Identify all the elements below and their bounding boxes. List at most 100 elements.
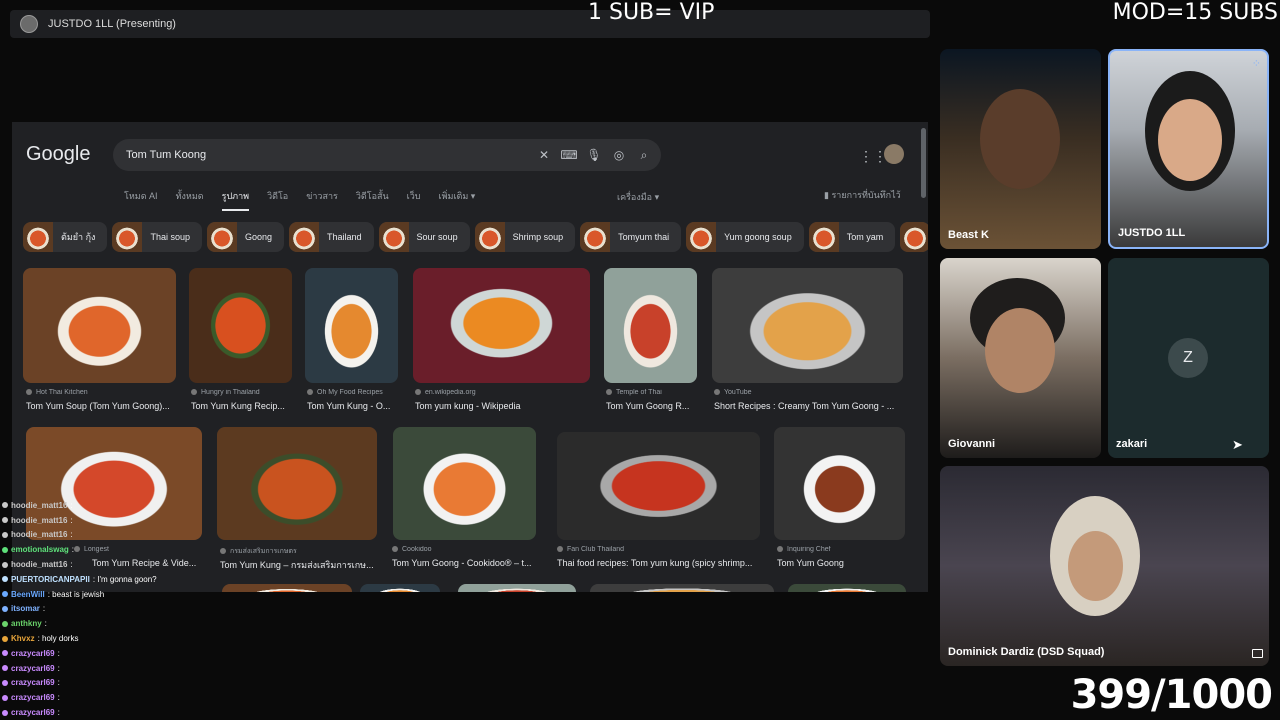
image-source[interactable]: YouTube <box>714 389 904 396</box>
chip-label: Goong <box>244 232 273 242</box>
image-result[interactable] <box>189 268 292 383</box>
tab-videos[interactable]: วิดีโอ <box>267 189 288 211</box>
keyboard-icon[interactable]: ⌨ <box>560 147 577 163</box>
participant-tile-dominick[interactable]: Dominick Dardiz (DSD Squad) <box>940 466 1269 666</box>
participant-face <box>1158 99 1222 181</box>
tab-all[interactable]: ทั้งหมด <box>176 189 204 211</box>
presenting-bar: JUSTDO 1LL (Presenting) <box>10 10 930 38</box>
chip-label: Yum goong soup <box>724 232 792 242</box>
image-result[interactable] <box>788 584 906 592</box>
tab-more[interactable]: เพิ่มเติม ▾ <box>439 189 476 211</box>
chat-username: emotionalswag <box>11 545 69 555</box>
google-logo[interactable]: Google <box>26 143 91 166</box>
image-caption[interactable]: Tom Yum Kung – กรมส่งเสริมการเกษ... <box>220 558 377 572</box>
chip[interactable]: Sour soup <box>378 222 470 252</box>
image-source[interactable]: Fan Club Thailand <box>557 546 760 553</box>
participant-tile-beast-k[interactable]: Beast K <box>940 49 1101 249</box>
chat-message: PUERTORICANPAPII: I'm gonna goon? <box>2 572 202 587</box>
tab-ai-mode[interactable]: โหมด AI <box>124 189 158 211</box>
speaking-indicator-icon: ⁘ <box>1251 58 1261 70</box>
image-result[interactable] <box>305 268 398 383</box>
image-source[interactable]: Temple of Thai <box>606 389 699 396</box>
image-result[interactable] <box>393 427 536 540</box>
image-result[interactable] <box>557 432 760 540</box>
chat-username: hoodie_matt16 <box>11 530 68 540</box>
image-result[interactable] <box>222 584 352 592</box>
chip-more[interactable] <box>900 222 928 252</box>
chip[interactable]: Tomyum thai <box>580 222 682 252</box>
picture-in-picture-icon[interactable] <box>1252 649 1263 658</box>
search-icon[interactable]: ⌕ <box>636 147 652 163</box>
chip-thumbnail <box>289 222 320 252</box>
image-caption[interactable]: Thai food recipes: Tom yum kung (spicy s… <box>557 558 760 568</box>
chip-label: Sour soup <box>416 232 458 242</box>
image-source[interactable]: Hungry in Thailand <box>191 389 294 396</box>
chat-text: : <box>44 619 47 629</box>
chip[interactable]: Yum goong soup <box>686 222 804 252</box>
scrollbar[interactable] <box>921 128 926 198</box>
chat-badge-icon <box>2 694 8 701</box>
image-caption[interactable]: Tom Yum Goong R... <box>606 401 699 411</box>
image-result[interactable] <box>458 584 576 592</box>
chip[interactable]: Shrimp soup <box>474 222 576 252</box>
image-caption[interactable]: Tom yum kung - Wikipedia <box>415 401 590 411</box>
chip-thumbnail <box>686 222 717 252</box>
image-source[interactable]: Inquiring Chef <box>777 546 905 553</box>
chat-text: : <box>57 678 60 688</box>
chip-label: Tomyum thai <box>618 232 670 242</box>
image-result[interactable] <box>360 584 440 592</box>
image-result[interactable] <box>590 584 774 592</box>
image-result[interactable] <box>413 268 590 383</box>
chat-badge-icon <box>2 620 8 627</box>
chat-text: : <box>42 604 46 614</box>
participant-tile-giovanni[interactable]: Giovanni <box>940 258 1101 458</box>
image-result[interactable] <box>604 268 697 383</box>
image-caption[interactable]: Tom Yum Kung Recip... <box>191 401 294 411</box>
image-source[interactable]: Oh My Food Recipes <box>307 389 400 396</box>
sub-goal-counter: 399/1000 <box>1070 672 1273 718</box>
chat-text: : <box>70 515 73 525</box>
chip[interactable]: Thai soup <box>112 222 202 252</box>
image-result[interactable] <box>774 427 905 540</box>
chip[interactable]: Tom yam <box>808 222 896 252</box>
image-caption[interactable]: Tom Yum Soup (Tom Yum Goong)... <box>26 401 176 411</box>
chat-badge-icon <box>2 605 8 612</box>
chip[interactable]: Goong <box>206 222 285 252</box>
image-source[interactable]: Hot Thai Kitchen <box>26 389 176 396</box>
image-caption[interactable]: Tom Yum Kung - O... <box>307 401 400 411</box>
chat-badge-icon <box>2 709 8 716</box>
tab-news[interactable]: ข่าวสาร <box>306 189 338 211</box>
search-box[interactable]: Tom Tum Koong ✕ ⌨ 🎙 ◎ ⌕ <box>113 139 661 171</box>
tab-images[interactable]: รูปภาพ <box>221 189 250 211</box>
chat-message: crazycarl69: <box>2 646 202 661</box>
mic-icon[interactable]: 🎙 <box>586 147 602 163</box>
image-result[interactable] <box>23 268 176 383</box>
tab-web[interactable]: เว็บ <box>407 189 421 211</box>
image-source[interactable]: กรมส่งเสริมการเกษตร <box>220 546 377 557</box>
image-source[interactable]: Cookidoo <box>392 546 536 553</box>
chip-thumbnail <box>900 222 928 252</box>
image-caption[interactable]: Tom Yum Goong <box>777 558 905 568</box>
tools-menu[interactable]: เครื่องมือ ▾ <box>617 190 659 204</box>
chip[interactable]: Thailand <box>289 222 374 252</box>
close-icon[interactable]: ✕ <box>536 147 552 163</box>
chip-label: Tom yam <box>846 232 884 242</box>
participant-tile-zakari[interactable]: Z zakari <box>1108 258 1269 458</box>
participant-name: Beast K <box>948 229 989 241</box>
account-avatar[interactable] <box>884 144 904 164</box>
search-input[interactable]: Tom Tum Koong <box>126 149 536 161</box>
tab-short-videos[interactable]: วิดีโอสั้น <box>356 189 389 211</box>
participant-name: JUSTDO 1LL <box>1118 227 1186 239</box>
chip[interactable]: ต้มยำ กุ้ง <box>23 222 108 252</box>
chat-message: hoodie_matt16: <box>2 557 202 572</box>
participant-name: zakari <box>1116 438 1148 450</box>
image-result[interactable] <box>217 427 377 540</box>
lens-icon[interactable]: ◎ <box>611 147 627 163</box>
chat-username: hoodie_matt16 <box>11 500 68 510</box>
saved-items-link[interactable]: ▮ รายการที่บันทึกไว้ <box>824 188 901 202</box>
participant-tile-justdo[interactable]: ⁘ JUSTDO 1LL <box>1108 49 1269 249</box>
image-result[interactable] <box>712 268 903 383</box>
image-caption[interactable]: Tom Yum Goong - Cookidoo® – t... <box>392 558 536 568</box>
image-source[interactable]: en.wikipedia.org <box>415 389 590 396</box>
image-caption[interactable]: Short Recipes : Creamy Tom Yum Goong - .… <box>714 401 904 411</box>
